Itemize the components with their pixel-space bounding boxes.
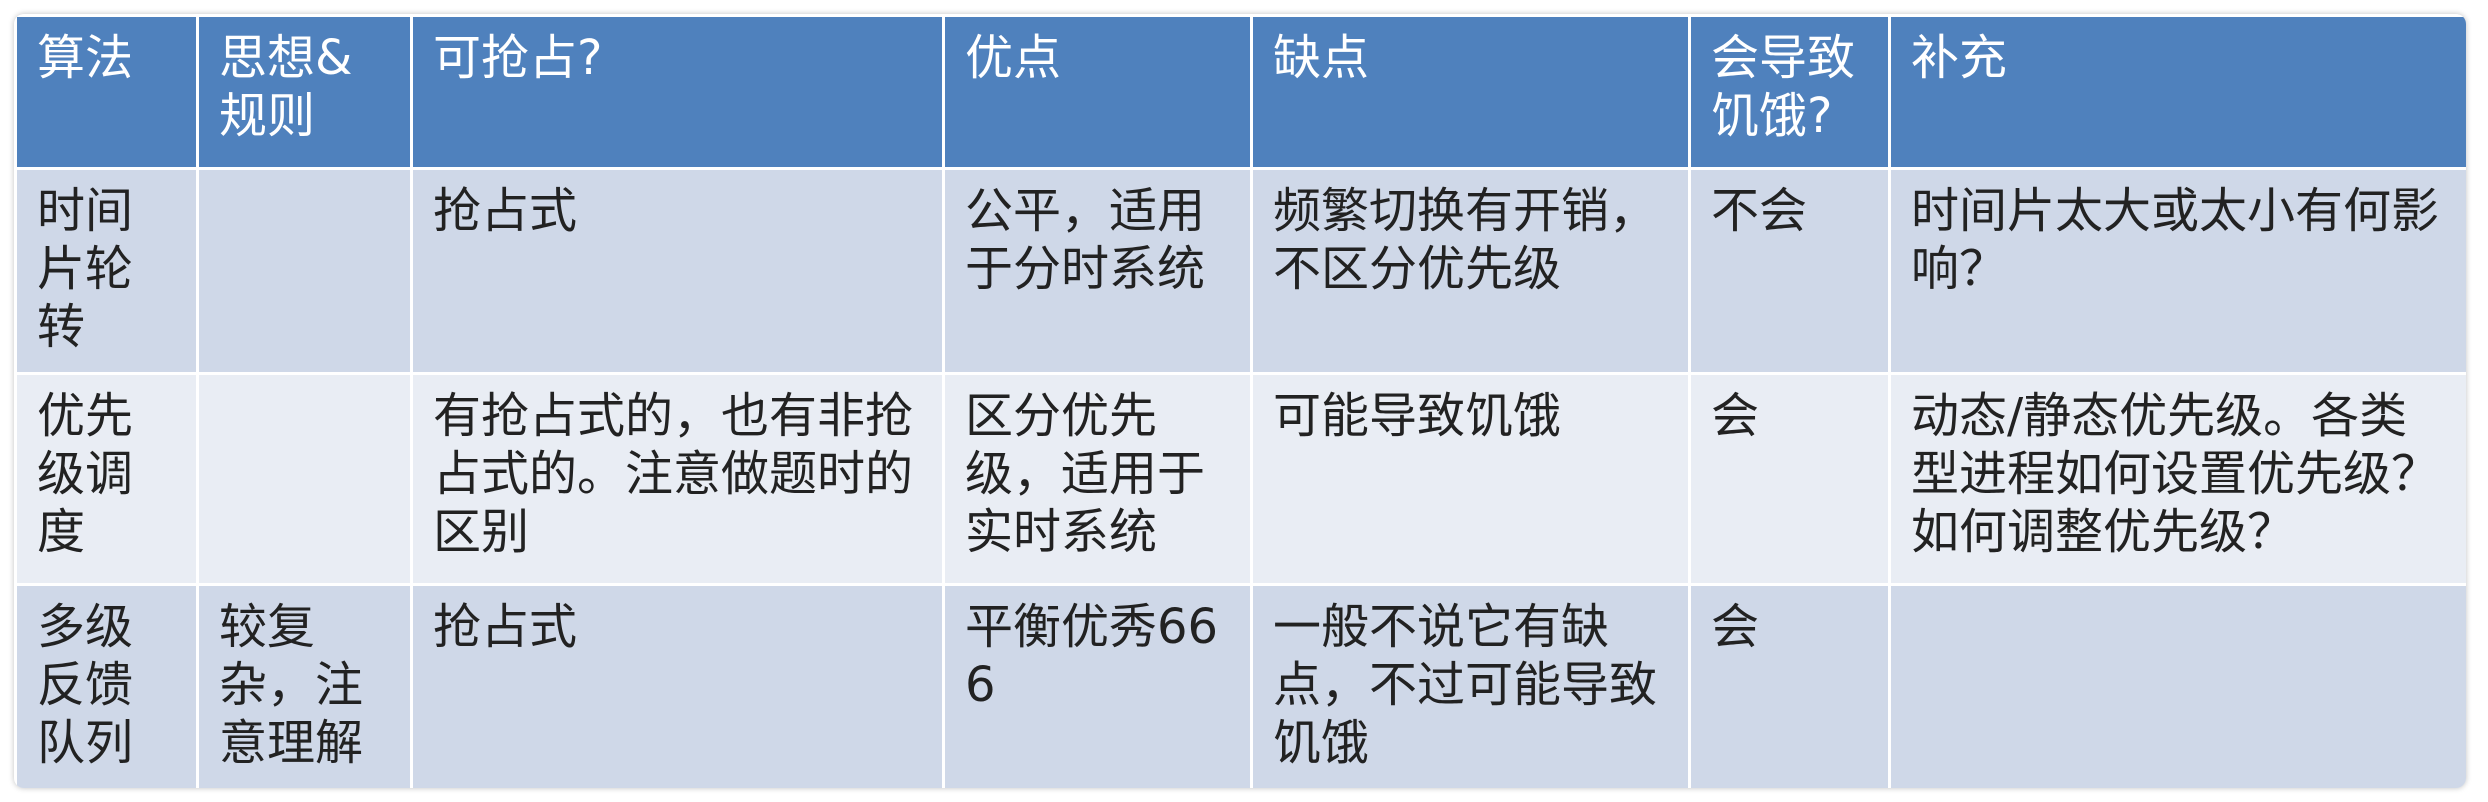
table-cell: 可能导致饥饿 [1250, 372, 1691, 586]
header-cell-supplement: 补充 [1888, 14, 2466, 170]
header-cell-starvation: 会导致饥饿? [1688, 14, 1891, 170]
table-cell: 多级反馈队列 [14, 583, 199, 788]
table-cell: 有抢占式的，也有非抢占式的。注意做题时的区别 [410, 372, 945, 586]
table-cell: 动态/静态优先级。各类型进程如何设置优先级？如何调整优先级？ [1888, 372, 2466, 586]
table-cell: 一般不说它有缺点，不过可能导致饥饿 [1250, 583, 1691, 788]
table-cell [196, 372, 413, 586]
header-cell-advantages: 优点 [942, 14, 1253, 170]
table-row: 优先级调度 有抢占式的，也有非抢占式的。注意做题时的区别 区分优先级，适用于实时… [14, 372, 2466, 586]
table-cell: 优先级调度 [14, 372, 199, 586]
header-cell-preemptive: 可抢占? [410, 14, 945, 170]
table-cell: 平衡优秀666 [942, 583, 1253, 788]
table-cell: 较复杂，注意理解 [196, 583, 413, 788]
header-cell-algorithm: 算法 [14, 14, 199, 170]
table-cell [1888, 583, 2466, 788]
table-cell: 会 [1688, 583, 1891, 788]
header-cell-idea-rule: 思想&规则 [196, 14, 413, 170]
table-cell: 区分优先级，适用于实时系统 [942, 372, 1253, 586]
table-cell: 时间片太大或太小有何影响？ [1888, 167, 2466, 375]
table-cell: 时间片轮转 [14, 167, 199, 375]
table-cell: 不会 [1688, 167, 1891, 375]
table-cell: 会 [1688, 372, 1891, 586]
table-cell: 公平，适用于分时系统 [942, 167, 1253, 375]
table-row: 多级反馈队列 较复杂，注意理解 抢占式 平衡优秀666 一般不说它有缺点，不过可… [14, 583, 2466, 788]
header-cell-disadvantages: 缺点 [1250, 14, 1691, 170]
table-cell [196, 167, 413, 375]
table-cell: 抢占式 [410, 583, 945, 788]
scheduling-algorithms-table: 算法 思想&规则 可抢占? 优点 缺点 会导致饥饿? 补充 时间片轮转 抢占式 … [14, 14, 2466, 788]
table-cell: 抢占式 [410, 167, 945, 375]
table-cell: 频繁切换有开销，不区分优先级 [1250, 167, 1691, 375]
slide: 算法 思想&规则 可抢占? 优点 缺点 会导致饥饿? 补充 时间片轮转 抢占式 … [14, 14, 2466, 788]
table-row: 时间片轮转 抢占式 公平，适用于分时系统 频繁切换有开销，不区分优先级 不会 时… [14, 167, 2466, 375]
header-row: 算法 思想&规则 可抢占? 优点 缺点 会导致饥饿? 补充 [14, 14, 2466, 170]
